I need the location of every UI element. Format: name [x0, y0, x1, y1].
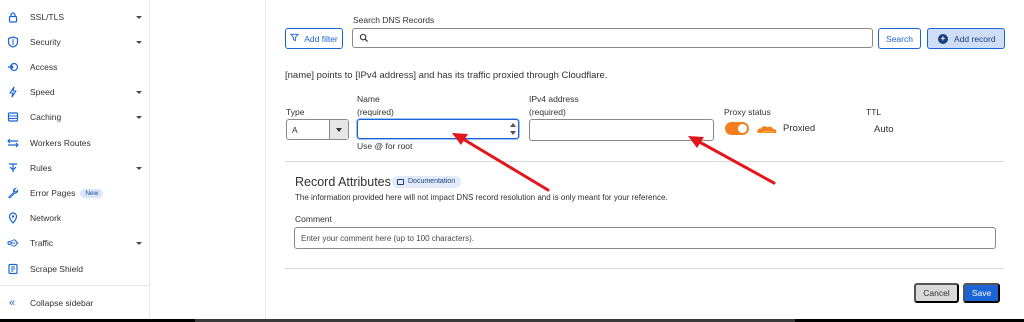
- collapse-sidebar-button[interactable]: « Collapse sidebar: [0, 285, 150, 319]
- cancel-button[interactable]: Cancel: [914, 283, 959, 303]
- cloud-icon: [756, 123, 778, 134]
- name-label: Name: [357, 94, 380, 104]
- add-record-label: Add record: [954, 33, 996, 44]
- sidebar-item-label: Scrape Shield: [30, 264, 83, 274]
- add-filter-button[interactable]: Add filter: [285, 28, 343, 49]
- type-value: A: [292, 125, 298, 135]
- sidebar-item-scrape-shield[interactable]: Scrape Shield: [0, 257, 150, 281]
- sidebar-item-ssl-tls[interactable]: SSL/TLS: [0, 5, 150, 29]
- lightning-icon: [7, 86, 19, 98]
- sidebar-item-label: Access: [30, 62, 58, 72]
- collapse-sidebar-label: Collapse sidebar: [30, 297, 94, 308]
- record-info-text: [name] points to [IPv4 address] and has …: [285, 70, 608, 81]
- sidebar-item-error-pages[interactable]: Error Pages New: [0, 181, 150, 205]
- document-icon: [7, 263, 19, 275]
- sidebar-item-label: Network: [30, 213, 62, 223]
- chevron-down-icon: [136, 40, 142, 44]
- chevron-down-icon: [136, 90, 142, 94]
- rules-icon: [7, 162, 19, 174]
- sidebar-item-security[interactable]: Security: [0, 30, 150, 54]
- annotation-arrow-ipv4-field: [688, 136, 776, 185]
- record-attributes-title: Record Attributes: [295, 175, 391, 189]
- documentation-label: Documentation: [408, 178, 456, 185]
- chevron-down-icon: [136, 115, 142, 119]
- caching-icon: [7, 111, 19, 123]
- search-button[interactable]: Search: [878, 28, 921, 49]
- lock-icon: [7, 11, 19, 23]
- chevron-down-icon: [136, 241, 142, 245]
- sidebar-item-traffic[interactable]: Traffic: [0, 231, 150, 255]
- name-required-label: (required): [357, 107, 394, 117]
- type-select[interactable]: A: [286, 119, 349, 140]
- sidebar-item-caching[interactable]: Caching: [0, 105, 150, 129]
- shield-icon: [7, 36, 19, 48]
- search-icon: [359, 33, 370, 44]
- save-button[interactable]: Save: [963, 283, 1000, 303]
- wrench-icon: [7, 187, 19, 199]
- add-record-button[interactable]: + Add record: [927, 28, 1005, 49]
- filter-icon: [290, 33, 300, 44]
- ttl-value: Auto: [874, 124, 894, 135]
- sidebar-item-speed[interactable]: Speed: [0, 80, 150, 104]
- chevron-down-icon: [136, 15, 142, 19]
- chevron-down-icon: [136, 166, 142, 170]
- sidebar-item-label: Workers Routes: [30, 138, 91, 148]
- name-hint: Use @ for root: [357, 141, 413, 151]
- chevron-down-icon: [329, 120, 348, 139]
- sidebar-item-label: Speed: [30, 87, 55, 97]
- new-badge: New: [80, 189, 104, 198]
- sidebar-item-label: Traffic: [30, 238, 54, 248]
- access-icon: [7, 61, 19, 73]
- comment-input[interactable]: Enter your comment here (up to 100 chara…: [294, 227, 996, 249]
- sidebar-item-network[interactable]: Network: [0, 206, 150, 230]
- sidebar-item-workers-routes[interactable]: Workers Routes: [0, 131, 150, 155]
- section-divider: [285, 161, 1004, 162]
- comment-label: Comment: [295, 214, 332, 224]
- record-attributes-description: The information provided here will not i…: [295, 193, 668, 202]
- toggle-knob: [738, 124, 747, 133]
- sidebar-item-label: SSL/TLS: [30, 12, 65, 22]
- ttl-label: TTL: [866, 107, 882, 117]
- ipv4-required-label: (required): [529, 107, 566, 117]
- documentation-link[interactable]: Documentation: [392, 176, 462, 188]
- proxy-status-toggle[interactable]: [725, 122, 749, 135]
- search-input[interactable]: [352, 28, 873, 48]
- proxy-status-value: Proxied: [783, 123, 816, 134]
- sidebar-item-rules[interactable]: Rules: [0, 156, 150, 180]
- content-divider: [265, 0, 266, 322]
- workers-icon: [7, 137, 19, 149]
- section-divider: [285, 268, 1004, 269]
- location-pin-icon: [7, 212, 19, 224]
- type-label: Type: [286, 107, 305, 117]
- name-input[interactable]: [357, 119, 519, 139]
- add-filter-label: Add filter: [304, 33, 338, 44]
- plus-icon: +: [938, 34, 948, 44]
- comment-placeholder: Enter your comment here (up to 100 chara…: [301, 234, 474, 243]
- search-label: Search DNS Records: [353, 15, 435, 25]
- sidebar-item-label: Caching: [30, 112, 62, 122]
- sidebar: SSL/TLS Security Access Speed Caching Wo…: [0, 0, 150, 322]
- proxy-status-label: Proxy status: [724, 107, 771, 117]
- double-chevron-left-icon: «: [8, 296, 16, 309]
- book-icon: [397, 179, 404, 185]
- traffic-icon: [7, 237, 19, 249]
- ipv4-label: IPv4 address: [529, 94, 579, 104]
- ipv4-input[interactable]: [529, 119, 714, 141]
- sidebar-item-label: Security: [30, 37, 61, 47]
- sidebar-item-label: Error Pages New: [30, 188, 104, 198]
- stepper-arrows-icon: [510, 122, 516, 136]
- sidebar-item-access[interactable]: Access: [0, 55, 150, 79]
- sidebar-item-label: Rules: [30, 163, 52, 173]
